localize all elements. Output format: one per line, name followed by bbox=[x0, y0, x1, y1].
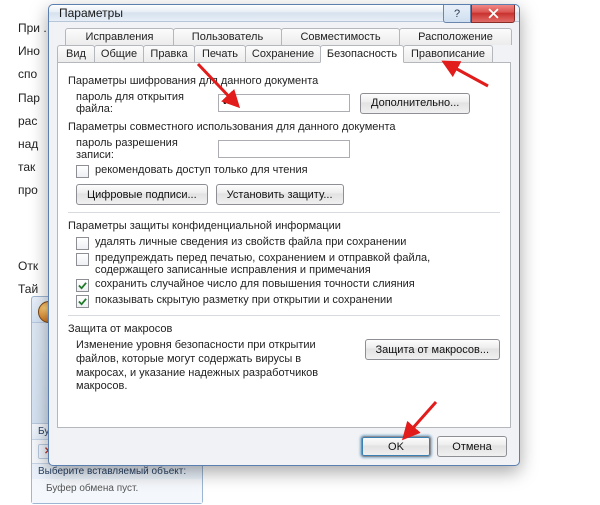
advanced-button[interactable]: Дополнительно... bbox=[360, 93, 470, 114]
help-icon: ? bbox=[454, 8, 460, 20]
tab-general[interactable]: Общие bbox=[94, 45, 144, 62]
tab-corrections[interactable]: Исправления bbox=[65, 28, 174, 45]
random-number-label: сохранить случайное число для повышения … bbox=[95, 278, 415, 290]
tab-print[interactable]: Печать bbox=[194, 45, 246, 62]
tab-location[interactable]: Расположение bbox=[399, 28, 512, 45]
macro-security-button[interactable]: Защита от макросов... bbox=[365, 339, 501, 360]
dialog-titlebar[interactable]: Параметры ? bbox=[49, 5, 519, 22]
privacy-section-label: Параметры защиты конфиденциальной информ… bbox=[68, 220, 500, 232]
clipboard-empty-text: Буфер обмена пуст. bbox=[32, 479, 202, 498]
tabs-area: Исправления Пользователь Совместимость Р… bbox=[49, 22, 519, 428]
hidden-markup-label: показывать скрытую разметку при открытии… bbox=[95, 294, 392, 306]
hidden-markup-checkbox[interactable] bbox=[76, 295, 89, 308]
write-password-label: пароль разрешения записи: bbox=[68, 137, 218, 161]
remove-personal-checkbox[interactable] bbox=[76, 237, 89, 250]
tab-row-2: Вид Общие Правка Печать Сохранение Безоп… bbox=[57, 45, 511, 62]
ok-button[interactable]: OK bbox=[361, 436, 431, 457]
macro-section-label: Защита от макросов bbox=[68, 323, 500, 335]
open-password-label: пароль для открытия файла: bbox=[68, 91, 218, 115]
write-password-input[interactable] bbox=[218, 140, 350, 158]
dialog-footer: OK Отмена bbox=[49, 428, 519, 465]
tab-row-1: Исправления Пользователь Совместимость Р… bbox=[57, 28, 511, 45]
readonly-checkbox[interactable] bbox=[76, 165, 89, 178]
tab-edit[interactable]: Правка bbox=[143, 45, 195, 62]
digital-signatures-button[interactable]: Цифровые подписи... bbox=[76, 184, 208, 205]
sharing-section-label: Параметры совместного использования для … bbox=[68, 121, 500, 133]
tab-spelling[interactable]: Правописание bbox=[403, 45, 493, 62]
help-button[interactable]: ? bbox=[443, 5, 471, 23]
remove-personal-label: удалять личные сведения из свойств файла… bbox=[95, 236, 406, 248]
random-number-checkbox[interactable] bbox=[76, 279, 89, 292]
tab-view[interactable]: Вид bbox=[57, 45, 95, 62]
readonly-checkbox-label: рекомендовать доступ только для чтения bbox=[95, 164, 308, 176]
cancel-button[interactable]: Отмена bbox=[437, 436, 507, 457]
set-protection-button[interactable]: Установить защиту... bbox=[216, 184, 344, 205]
tab-panel-security: Параметры шифрования для данного докумен… bbox=[57, 62, 511, 428]
separator bbox=[68, 212, 500, 213]
separator bbox=[68, 315, 500, 316]
macro-description: Изменение уровня безопасности при открыт… bbox=[68, 339, 355, 394]
tab-user[interactable]: Пользователь bbox=[173, 28, 282, 45]
tab-save[interactable]: Сохранение bbox=[245, 45, 321, 62]
close-button[interactable] bbox=[471, 5, 515, 23]
open-password-input[interactable] bbox=[218, 94, 350, 112]
options-dialog: Параметры ? Исправления Пользователь Сов… bbox=[48, 4, 520, 466]
encryption-section-label: Параметры шифрования для данного докумен… bbox=[68, 75, 500, 87]
tab-compat[interactable]: Совместимость bbox=[281, 28, 400, 45]
close-icon bbox=[488, 8, 499, 19]
tab-security[interactable]: Безопасность bbox=[320, 45, 404, 63]
warn-tracked-label: предупреждать перед печатью, сохранением… bbox=[95, 252, 455, 276]
dialog-title: Параметры bbox=[59, 6, 123, 20]
warn-tracked-checkbox[interactable] bbox=[76, 253, 89, 266]
